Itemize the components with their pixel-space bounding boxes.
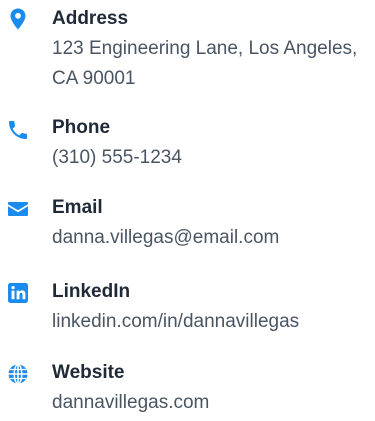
email-label: Email xyxy=(52,197,103,218)
contact-item-email: Email danna.villegas@email.com xyxy=(0,196,375,256)
contact-item-website: Website dannavillegas.com xyxy=(0,361,375,421)
website-label: Website xyxy=(52,362,125,383)
phone-link[interactable]: (310) 555-1234 xyxy=(52,143,372,173)
map-pin-icon xyxy=(6,7,30,31)
website-link[interactable]: dannavillegas.com xyxy=(52,388,372,418)
linkedin-link[interactable]: linkedin.com/in/dannavillegas xyxy=(52,307,372,337)
contact-item-address: Address 123 Engineering Lane, Los Angele… xyxy=(0,7,375,97)
contact-item-phone: Phone (310) 555-1234 xyxy=(0,116,375,176)
linkedin-icon xyxy=(6,281,30,305)
email-link[interactable]: danna.villegas@email.com xyxy=(52,223,372,253)
phone-icon xyxy=(6,118,30,142)
envelope-icon xyxy=(6,197,30,221)
contact-item-linkedin: LinkedIn linkedin.com/in/dannavillegas xyxy=(0,280,375,340)
address-value: 123 Engineering Lane, Los Angeles, CA 90… xyxy=(52,38,358,89)
address-label: Address xyxy=(52,8,129,29)
phone-label: Phone xyxy=(52,117,111,138)
globe-icon xyxy=(6,362,30,386)
linkedin-label: LinkedIn xyxy=(52,281,131,302)
